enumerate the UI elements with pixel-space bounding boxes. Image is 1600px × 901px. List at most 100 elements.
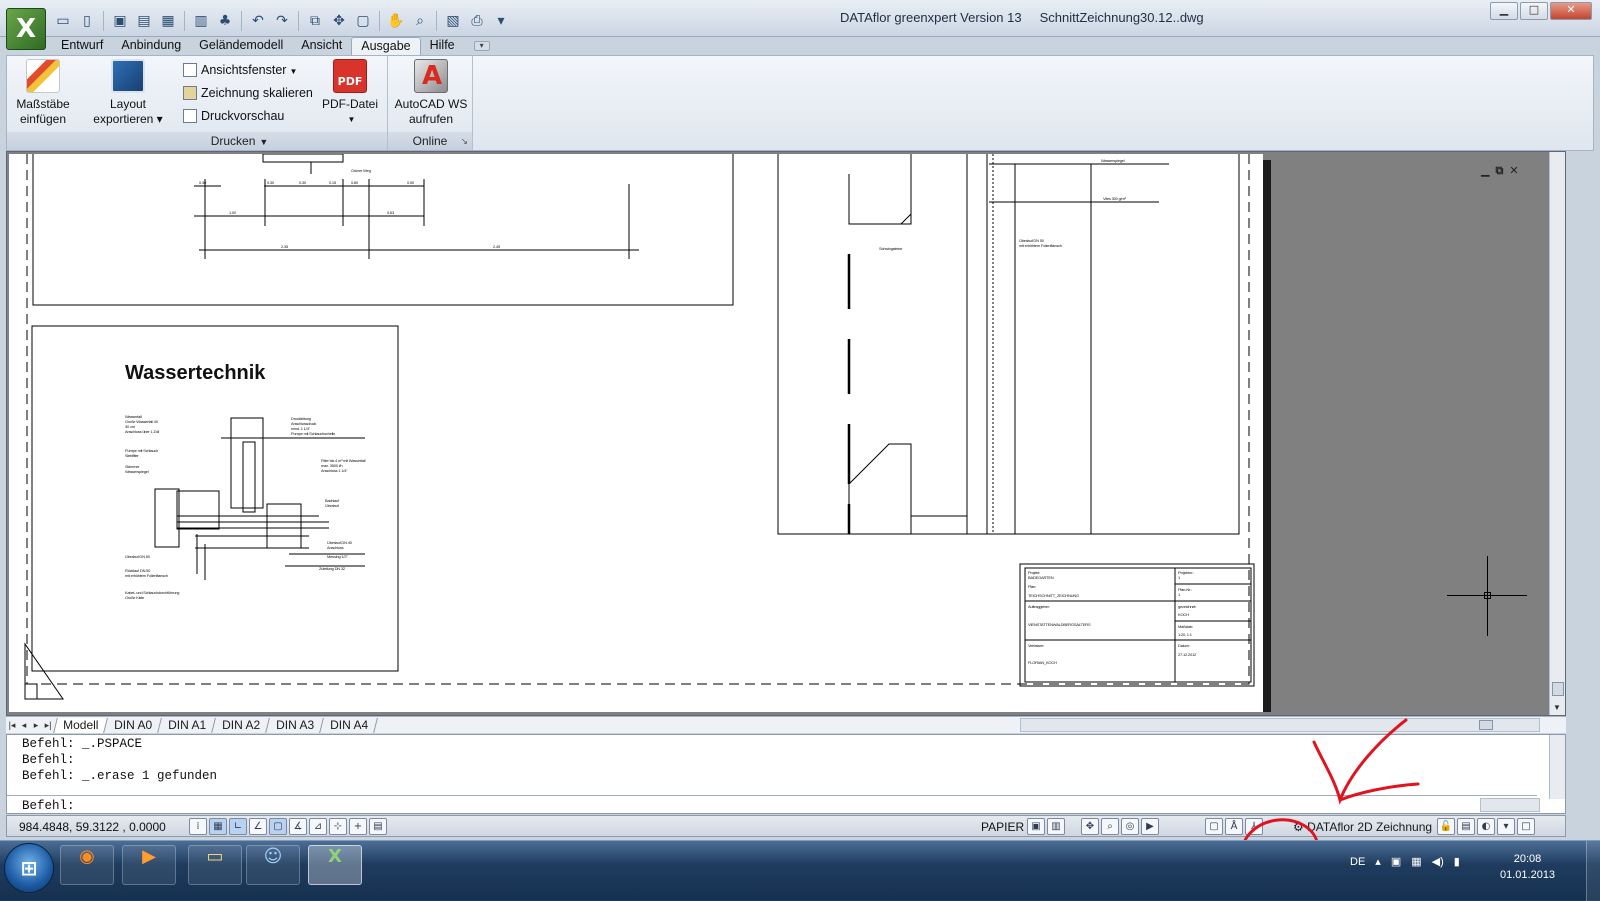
prev-tab-icon[interactable]: ◂ xyxy=(18,720,30,731)
ribbon-minimize-icon[interactable]: ▾ xyxy=(473,41,490,51)
tab-hilfe[interactable]: Hilfe xyxy=(421,37,464,55)
clean-screen-icon[interactable]: □ xyxy=(1517,818,1535,835)
zoom-icon[interactable]: ⌕ xyxy=(1101,818,1119,835)
explorer-taskbar-icon[interactable]: ▭ xyxy=(188,845,242,885)
firefox-taskbar-icon[interactable]: ◉ xyxy=(60,845,114,885)
hardware-acceleration-icon[interactable]: ▤ xyxy=(1457,818,1475,835)
tab-anbindung[interactable]: Anbindung xyxy=(112,37,190,55)
new-icon[interactable]: ▯ xyxy=(76,10,98,32)
pan-icon[interactable]: ✥ xyxy=(1081,818,1099,835)
print-icon[interactable]: ⎙ xyxy=(466,10,488,32)
chevron-down-icon[interactable]: ▼ xyxy=(259,137,268,147)
layout-tab-din-a3[interactable]: DIN A3 xyxy=(267,717,325,733)
redo-icon[interactable]: ↷ xyxy=(271,10,293,32)
scroll-down-icon[interactable]: ▼ xyxy=(1553,703,1561,712)
command-scrollbar[interactable] xyxy=(1549,735,1565,799)
layout-tab-din-a4[interactable]: DIN A4 xyxy=(321,717,379,733)
move-icon[interactable]: ✥ xyxy=(328,10,350,32)
open-icon[interactable]: ▭ xyxy=(52,10,74,32)
copy-icon[interactable]: ⧉ xyxy=(304,10,326,32)
lock-icon[interactable]: 🔓 xyxy=(1437,818,1455,835)
showmotion-icon[interactable]: ▶ xyxy=(1141,818,1159,835)
undo-icon[interactable]: ↶ xyxy=(247,10,269,32)
tray-expand-icon[interactable]: ▴ xyxy=(1375,855,1381,868)
coordinate-readout[interactable]: 984.4848, 59.3122 , 0.0000 xyxy=(19,820,166,834)
pdf-datei-button[interactable]: PDF PDF-Datei ▼ xyxy=(317,59,383,127)
tree-icon[interactable]: ♣ xyxy=(214,10,236,32)
paper-space-label[interactable]: PAPIER xyxy=(981,820,1024,834)
tab-entwurf[interactable]: Entwurf xyxy=(52,37,112,55)
model-icon[interactable]: ▣ xyxy=(1027,818,1045,835)
vertical-scrollbar[interactable]: ▼ xyxy=(1549,152,1565,715)
command-prompt[interactable]: Befehl: xyxy=(22,799,75,813)
app-menu-button[interactable]: X xyxy=(6,8,46,50)
language-indicator[interactable]: DE xyxy=(1350,856,1365,868)
massstaebe-einfuegen-button[interactable]: Maßstäbe einfügen xyxy=(11,59,75,127)
drawing-viewport[interactable]: Wassertechnik 0.30 0.30 0.30 0.15 0.80 0… xyxy=(6,151,1566,716)
first-tab-icon[interactable]: |◂ xyxy=(6,720,18,731)
media-player-taskbar-icon[interactable]: ▶ xyxy=(122,845,176,885)
steering-wheel-icon[interactable]: ◎ xyxy=(1121,818,1139,835)
last-tab-icon[interactable]: ▸| xyxy=(42,720,54,731)
show-desktop-button[interactable] xyxy=(1586,841,1600,901)
scroll-thumb[interactable] xyxy=(1479,720,1493,730)
layouts-icon[interactable]: ▥ xyxy=(1047,818,1065,835)
dialog-launcher-icon[interactable]: ↘ xyxy=(460,136,468,147)
ortho-icon[interactable]: ∟ xyxy=(229,818,247,835)
scroll-thumb[interactable] xyxy=(1552,682,1564,696)
system-clock[interactable]: 20:08 01.01.2013 xyxy=(1500,851,1555,883)
zeichnung-skalieren-button[interactable]: Zeichnung skalieren xyxy=(183,83,313,103)
layout-tab-din-a2[interactable]: DIN A2 xyxy=(213,717,271,733)
ducs-icon[interactable]: ⊿ xyxy=(309,818,327,835)
save-icon[interactable]: ▣ xyxy=(109,10,131,32)
next-tab-icon[interactable]: ▸ xyxy=(30,720,42,731)
restore-icon[interactable]: ⧉ xyxy=(1495,164,1503,178)
osnap-icon[interactable]: ▢ xyxy=(269,818,287,835)
druckvorschau-button[interactable]: Druckvorschau xyxy=(183,106,284,126)
network-icon[interactable]: ▦ xyxy=(1411,855,1421,868)
users-taskbar-icon[interactable]: ☺ xyxy=(246,845,300,885)
tab-ansicht[interactable]: Ansicht xyxy=(292,37,351,55)
zoom-icon[interactable]: ⌕ xyxy=(409,10,431,32)
otrack-icon[interactable]: ∡ xyxy=(289,818,307,835)
start-button[interactable]: ⊞ xyxy=(4,843,54,893)
close-button[interactable]: ✕ xyxy=(1550,2,1592,20)
tab-gelaendemodell[interactable]: Geländemodell xyxy=(190,37,292,55)
workspace-switcher[interactable]: ⚙ DATAflor 2D Zeichnung▼ xyxy=(1293,820,1443,834)
ansichtsfenster-button[interactable]: Ansichtsfenster ▼ xyxy=(183,60,297,80)
pan-icon[interactable]: ✋ xyxy=(385,10,407,32)
paper-layout[interactable]: Wassertechnik 0.30 0.30 0.30 0.15 0.80 0… xyxy=(9,154,1263,712)
annotation-autoscale-icon[interactable]: ⅄ xyxy=(1245,818,1263,835)
status-menu-icon[interactable]: ▾ xyxy=(1497,818,1515,835)
cad-drawing[interactable] xyxy=(9,154,1263,712)
grid-icon[interactable]: ▦ xyxy=(209,818,227,835)
layout-tab-din-a1[interactable]: DIN A1 xyxy=(159,717,217,733)
polar-icon[interactable]: ∠ xyxy=(249,818,267,835)
qp-icon[interactable]: ▤ xyxy=(369,818,387,835)
command-hscrollbar[interactable] xyxy=(1480,798,1540,812)
isolate-icon[interactable]: ◐ xyxy=(1477,818,1495,835)
horizontal-scrollbar[interactable] xyxy=(1020,718,1540,732)
layout-tab-din-a0[interactable]: DIN A0 xyxy=(105,717,163,733)
lineweight-icon[interactable]: + xyxy=(349,818,367,835)
maximize-button[interactable]: □ xyxy=(1520,2,1548,20)
device-icon[interactable]: ▣ xyxy=(1391,855,1401,868)
dataflor-taskbar-icon[interactable]: X xyxy=(308,845,362,885)
properties-icon[interactable]: ▦ xyxy=(157,10,179,32)
qat-dropdown-icon[interactable]: ▾ xyxy=(490,10,512,32)
dyn-icon[interactable]: ⊹ xyxy=(329,818,347,835)
layout-exportieren-button[interactable]: Layout exportieren ▾ xyxy=(89,59,167,127)
tab-ausgabe[interactable]: Ausgabe xyxy=(351,37,421,55)
close-icon[interactable]: ✕ xyxy=(1509,164,1518,178)
autocad-ws-button[interactable]: AutoCAD WS aufrufen xyxy=(392,59,470,127)
save-as-icon[interactable]: ▤ xyxy=(133,10,155,32)
minimize-button[interactable]: ▁ xyxy=(1490,2,1518,20)
command-window[interactable]: Befehl: _.PSPACE Befehl: Befehl: _.erase… xyxy=(6,734,1566,814)
plot-preview-icon[interactable]: ▧ xyxy=(442,10,464,32)
signal-icon[interactable]: ▮ xyxy=(1454,855,1460,868)
layout-tab-modell[interactable]: Modell xyxy=(53,717,109,733)
annotation-visibility-icon[interactable]: Å xyxy=(1225,818,1243,835)
page-icon[interactable]: ▢ xyxy=(352,10,374,32)
minimize-icon[interactable]: ▁ xyxy=(1481,164,1489,178)
volume-icon[interactable]: ◀) xyxy=(1432,855,1444,868)
